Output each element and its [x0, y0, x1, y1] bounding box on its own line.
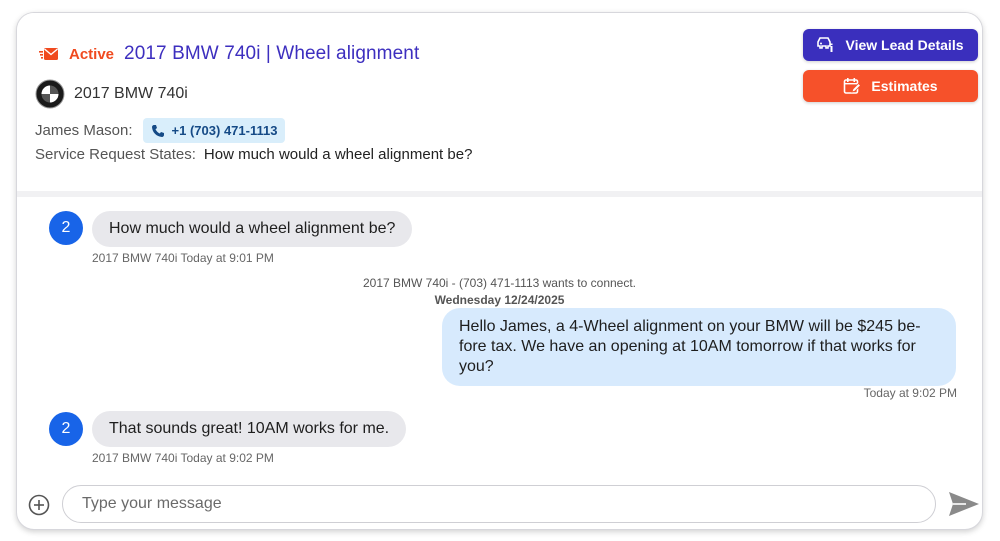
- lead-status-row: Active 2017 BMW 740i | Wheel alignment: [39, 43, 419, 65]
- conversation-card: Active 2017 BMW 740i | Wheel alignment 2…: [16, 12, 983, 530]
- connect-system-note: 2017 BMW 740i - (703) 471-1113 wants to …: [362, 276, 637, 290]
- bmw-logo: [35, 79, 65, 109]
- message-meta: Today at 9:02 PM: [863, 386, 957, 400]
- header-divider: [17, 191, 982, 197]
- incoming-message-bubble: How much would a wheel alignment be?: [92, 211, 413, 247]
- phone-chip[interactable]: +1 (703) 471-1113: [142, 118, 286, 143]
- message-composer: [62, 485, 936, 523]
- message-input[interactable]: [80, 494, 904, 514]
- mail-icon: [39, 48, 58, 60]
- send-icon[interactable]: [948, 490, 980, 518]
- message-meta: 2017 BMW 740i Today at 9:01 PM: [92, 251, 274, 265]
- customer-avatar: 2: [49, 412, 83, 446]
- plus-circle-icon[interactable]: [28, 494, 50, 516]
- incoming-message-bubble: That sounds great! 10AM works for me.: [92, 411, 407, 447]
- view-lead-details-label: View Lead Details: [845, 37, 964, 53]
- service-request-value: How much would a wheel alignment be?: [203, 146, 473, 163]
- car-info-icon: [817, 37, 833, 52]
- estimates-button[interactable]: Estimates: [803, 70, 978, 102]
- outgoing-message-bubble: Hello James, a 4-Wheel alignment on your…: [442, 308, 956, 386]
- service-request-row: Service Request States: How much would a …: [35, 146, 472, 163]
- date-separator: Wednesday 12/24/2025: [434, 293, 565, 307]
- service-request-label: Service Request States:: [35, 146, 196, 163]
- calendar-edit-icon: [844, 78, 862, 94]
- message-meta: 2017 BMW 740i Today at 9:02 PM: [92, 451, 274, 465]
- phone-icon: [151, 124, 164, 137]
- estimates-label: Estimates: [871, 78, 938, 94]
- vehicle-row: 2017 BMW 740i: [35, 79, 188, 109]
- view-lead-details-button[interactable]: View Lead Details: [803, 29, 978, 61]
- phone-number: +1 (703) 471-1113: [171, 123, 278, 138]
- vehicle-name: 2017 BMW 740i: [74, 85, 188, 102]
- customer-name: James Mason:: [35, 122, 133, 139]
- status-badge: Active: [69, 45, 115, 63]
- customer-row: James Mason: +1 (703) 471-1113: [35, 118, 286, 143]
- lead-header: Active 2017 BMW 740i | Wheel alignment 2…: [17, 13, 982, 191]
- customer-avatar: 2: [49, 211, 83, 245]
- lead-title[interactable]: 2017 BMW 740i | Wheel alignment: [124, 43, 419, 65]
